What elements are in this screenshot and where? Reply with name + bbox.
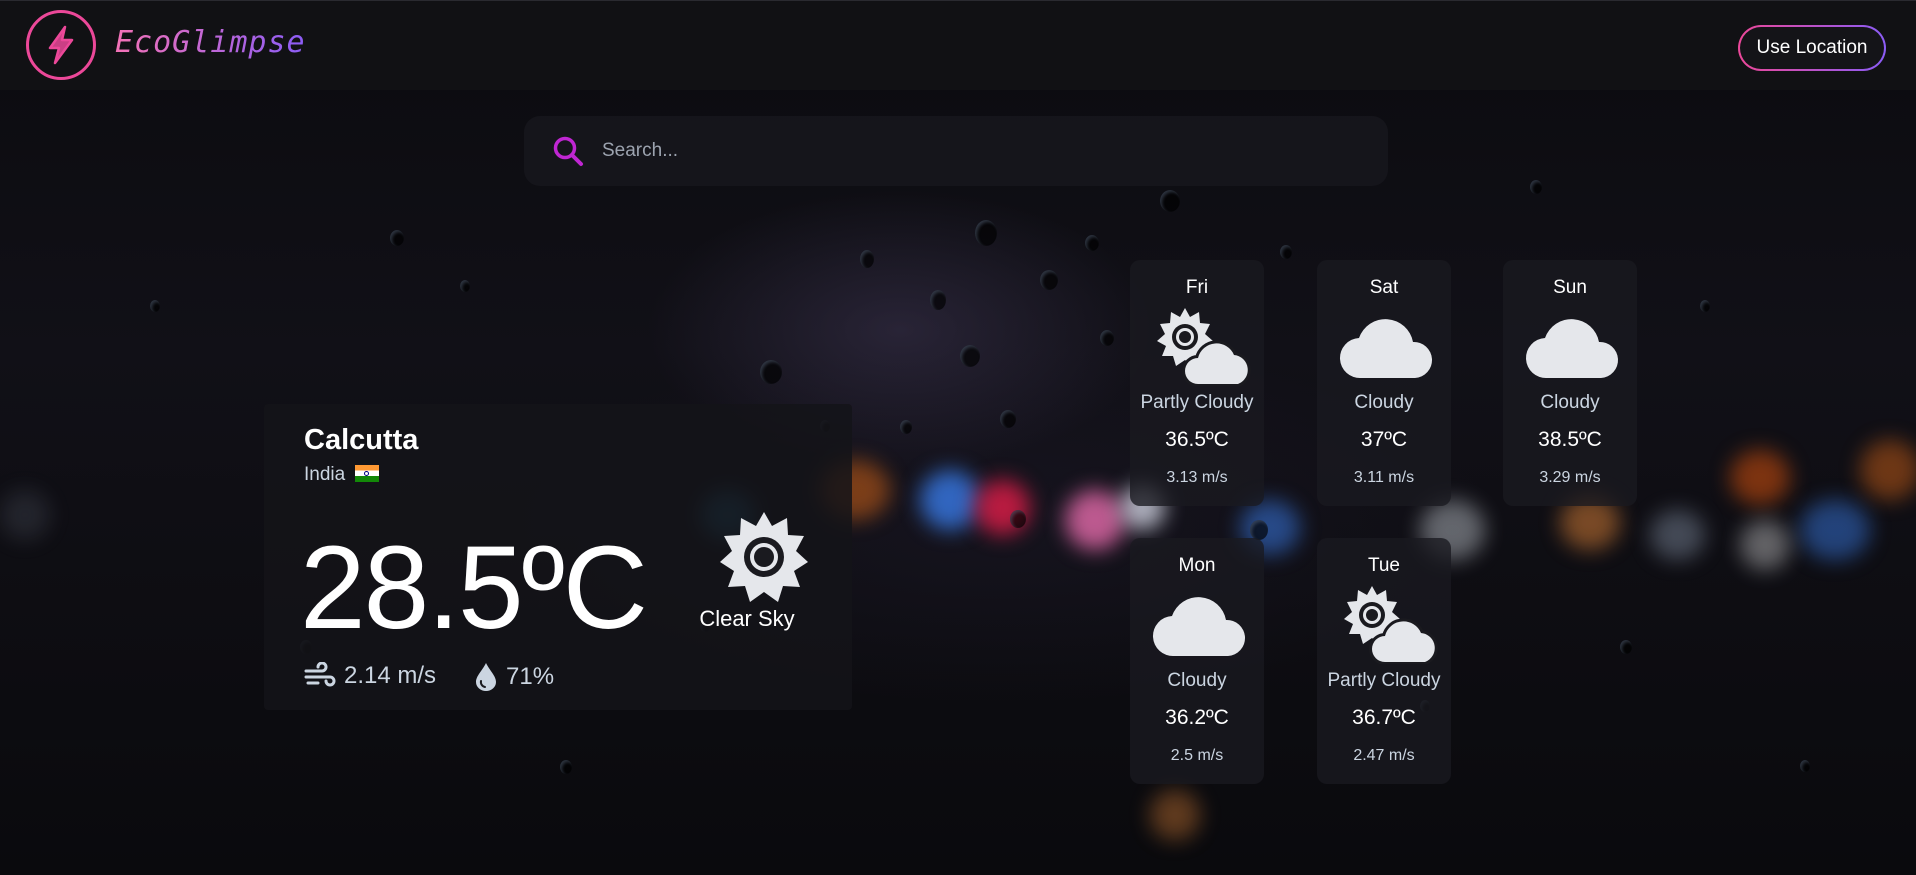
forecast-card: Sat Cloudy 37ºC 3.11 m/s bbox=[1317, 260, 1451, 506]
forecast-temperature: 36.5ºC bbox=[1165, 428, 1229, 451]
forecast-condition: Partly Cloudy bbox=[1140, 392, 1254, 413]
logo[interactable] bbox=[26, 10, 96, 80]
forecast-wind: 3.13 m/s bbox=[1166, 469, 1228, 486]
forecast-condition: Partly Cloudy bbox=[1327, 670, 1441, 691]
partly-cloudy-icon bbox=[1344, 586, 1438, 664]
forecast-wind: 3.29 m/s bbox=[1539, 469, 1601, 486]
forecast-condition: Cloudy bbox=[1167, 670, 1227, 691]
forecast-card: Sun Cloudy 38.5ºC 3.29 m/s bbox=[1503, 260, 1637, 506]
search-input[interactable] bbox=[600, 139, 1364, 163]
forecast-day: Sat bbox=[1369, 277, 1399, 298]
forecast-condition: Cloudy bbox=[1540, 392, 1600, 413]
current-weather-card: Calcutta India 28.5ºC Clear Sky 2.14 m/s bbox=[264, 404, 852, 710]
country-label: India bbox=[304, 464, 346, 485]
weather-app: EcoGlimpse Use Location Calcutta India 2… bbox=[0, 0, 1916, 875]
cloud-icon bbox=[1152, 597, 1246, 657]
city-name: Calcutta bbox=[304, 424, 419, 456]
forecast-temperature: 36.2ºC bbox=[1165, 706, 1229, 729]
forecast-temperature: 38.5ºC bbox=[1538, 428, 1602, 451]
use-location-button[interactable]: Use Location bbox=[1738, 25, 1886, 71]
wind-stat: 2.14 m/s bbox=[304, 662, 436, 690]
partly-cloudy-icon bbox=[1157, 308, 1251, 386]
wind-speed: 2.14 m/s bbox=[344, 662, 437, 689]
humidity-stat: 71% bbox=[474, 662, 554, 692]
country-name: India bbox=[304, 464, 380, 486]
lightning-icon bbox=[48, 25, 74, 65]
search-icon bbox=[553, 136, 583, 166]
humidity-value: 71% bbox=[506, 663, 555, 690]
cloud-icon bbox=[1525, 319, 1619, 379]
brand-name[interactable]: EcoGlimpse bbox=[115, 25, 306, 60]
india-flag-icon bbox=[355, 465, 380, 482]
sun-icon bbox=[720, 512, 808, 602]
forecast-temperature: 36.7ºC bbox=[1352, 706, 1416, 729]
forecast-day: Tue bbox=[1367, 555, 1401, 576]
forecast-wind: 2.47 m/s bbox=[1353, 747, 1415, 764]
forecast-temperature: 37ºC bbox=[1360, 428, 1408, 451]
forecast-wind: 2.5 m/s bbox=[1170, 747, 1224, 764]
current-condition: Clear Sky bbox=[699, 606, 795, 631]
forecast-wind: 3.11 m/s bbox=[1353, 469, 1415, 486]
top-navbar: EcoGlimpse Use Location bbox=[0, 0, 1916, 90]
search-bar[interactable] bbox=[524, 116, 1388, 186]
current-temperature: 28.5ºC bbox=[300, 522, 648, 654]
wind-icon bbox=[304, 662, 336, 687]
forecast-card: Tue Partly Cloudy 36.7ºC 2.47 m/s bbox=[1317, 538, 1451, 784]
forecast-condition: Cloudy bbox=[1354, 392, 1414, 413]
water-drop-icon bbox=[476, 663, 496, 691]
forecast-card: Fri Partly Cloudy 36.5ºC 3.13 m/s bbox=[1130, 260, 1264, 506]
cloud-icon bbox=[1339, 319, 1433, 379]
forecast-day: Sun bbox=[1553, 277, 1587, 298]
forecast-day: Fri bbox=[1185, 277, 1209, 298]
forecast-card: Mon Cloudy 36.2ºC 2.5 m/s bbox=[1130, 538, 1264, 784]
forecast-day: Mon bbox=[1178, 555, 1216, 576]
